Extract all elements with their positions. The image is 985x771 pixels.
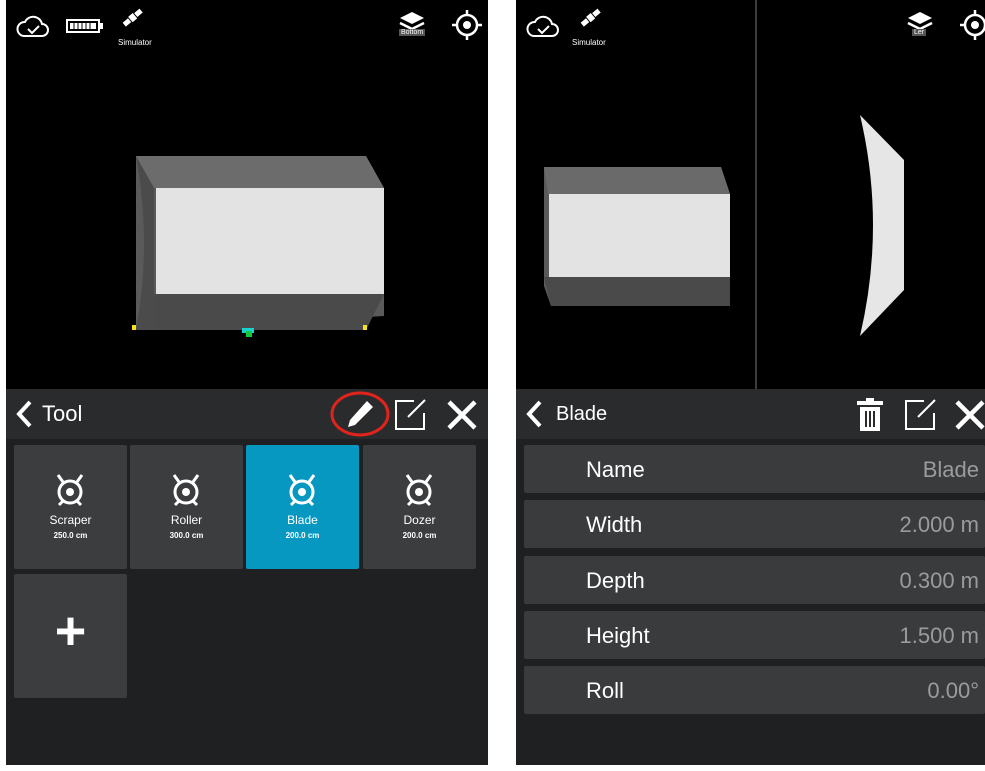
tool-size: 250.0 cm [53, 531, 88, 540]
add-tool-button[interactable]: + [14, 574, 127, 698]
property-label: Name [586, 457, 645, 482]
property-label: Height [586, 623, 650, 648]
tool-size: 300.0 cm [169, 531, 204, 540]
tool-icon [405, 474, 433, 507]
blade-3d-views[interactable] [516, 0, 985, 390]
plus-icon: + [54, 601, 87, 661]
property-value: 2.000 m [899, 512, 980, 537]
tool-tile-scraper[interactable]: Scraper 250.0 cm [14, 445, 127, 569]
property-label: Depth [586, 568, 645, 593]
property-value: 0.00° [927, 678, 979, 703]
property-row-height[interactable]: Height 1.500 m [524, 611, 985, 659]
tool-toolbar: Tool [6, 389, 488, 439]
tool-name: Roller [170, 513, 203, 527]
pencil-icon[interactable] [345, 399, 375, 429]
blade-properties: Name Blade Width 2.000 m Depth 0.300 m H… [516, 439, 985, 765]
property-value: Blade [922, 457, 979, 482]
tool-size: 200.0 cm [402, 531, 437, 540]
back-chevron-icon[interactable] [14, 399, 34, 429]
property-row-roll[interactable]: Roll 0.00° [524, 666, 985, 714]
tool-icon [56, 474, 84, 507]
toolbar-title: Blade [556, 403, 608, 425]
property-row-name[interactable]: Name Blade [524, 445, 985, 493]
open-external-icon[interactable] [904, 399, 938, 431]
trash-icon[interactable] [856, 398, 884, 432]
property-value: 1.500 m [899, 623, 980, 648]
property-value: 0.300 m [899, 568, 980, 593]
tool-tile-dozer[interactable]: Dozer 200.0 cm [363, 445, 476, 569]
tool-list-screen: Simulator Bottom Tool Scraper 250.0 cm R… [6, 0, 488, 765]
property-row-width[interactable]: Width 2.000 m [524, 500, 985, 548]
toolbar-title: Tool [42, 401, 83, 426]
tool-icon [172, 474, 200, 507]
property-label: Roll [586, 678, 624, 703]
tool-tile-blade[interactable]: Blade 200.0 cm [246, 445, 359, 569]
tool-name: Scraper [49, 513, 92, 527]
blade-toolbar: Blade [516, 389, 985, 439]
tool-grid: Scraper 250.0 cm Roller 300.0 cm Blade 2… [6, 439, 488, 765]
tool-size: 200.0 cm [285, 531, 320, 540]
property-label: Width [586, 512, 643, 537]
back-chevron-icon[interactable] [524, 399, 544, 429]
tool-name: Blade [287, 513, 318, 527]
tool-name: Dozer [403, 513, 436, 527]
close-icon[interactable] [446, 399, 478, 431]
tool-icon [288, 474, 316, 507]
blade-detail-screen: Simulator Ler Blade Name Blade Width 2.0… [516, 0, 985, 765]
close-icon[interactable] [954, 399, 985, 431]
tool-3d-view[interactable] [6, 0, 488, 390]
property-row-depth[interactable]: Depth 0.300 m [524, 556, 985, 604]
open-external-icon[interactable] [394, 399, 428, 431]
tool-tile-roller[interactable]: Roller 300.0 cm [130, 445, 243, 569]
